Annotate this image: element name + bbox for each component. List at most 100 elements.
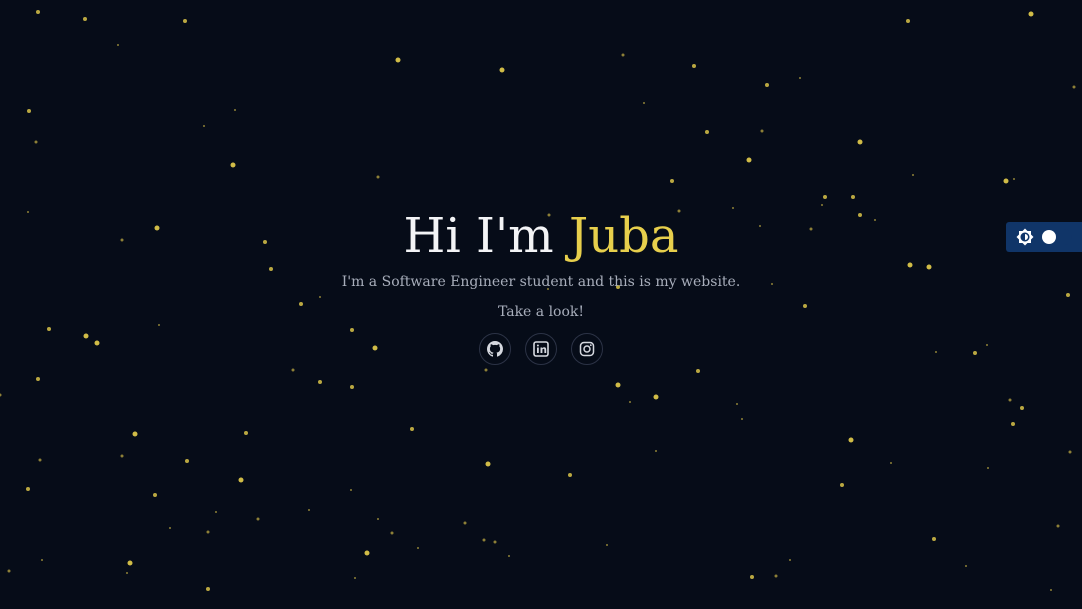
star xyxy=(234,109,236,111)
star xyxy=(120,454,124,458)
star xyxy=(615,382,621,388)
star xyxy=(308,509,310,511)
linkedin-icon xyxy=(533,341,549,357)
star xyxy=(765,83,769,87)
star xyxy=(741,418,743,420)
hero-title: Hi I'm Juba xyxy=(0,205,1082,267)
linkedin-link[interactable] xyxy=(525,333,557,365)
star xyxy=(848,437,854,443)
star xyxy=(169,527,171,529)
star xyxy=(215,511,217,513)
star xyxy=(36,10,40,14)
star xyxy=(987,467,989,469)
star xyxy=(774,574,778,578)
star xyxy=(484,368,488,372)
star xyxy=(390,531,394,535)
star xyxy=(760,129,764,133)
star xyxy=(750,575,754,579)
star xyxy=(823,195,827,199)
star xyxy=(377,518,379,520)
star xyxy=(132,431,138,437)
star xyxy=(376,175,380,179)
star xyxy=(203,125,205,127)
star xyxy=(912,174,914,176)
star xyxy=(127,560,133,566)
star xyxy=(291,368,295,372)
star xyxy=(256,517,260,521)
star xyxy=(1068,450,1072,454)
star xyxy=(417,547,419,549)
star xyxy=(499,67,505,73)
star xyxy=(206,587,210,591)
star xyxy=(482,538,486,542)
hero-tagline: Take a look! xyxy=(497,304,585,320)
star xyxy=(36,377,40,381)
star xyxy=(851,195,855,199)
star xyxy=(206,530,210,534)
star xyxy=(395,57,401,63)
hero-subtitle: I'm a Software Engineer student and this… xyxy=(341,274,741,290)
star xyxy=(606,544,608,546)
hero-name: Juba xyxy=(568,208,679,264)
star xyxy=(238,477,244,483)
star xyxy=(932,537,936,541)
star xyxy=(1008,398,1012,402)
star xyxy=(41,559,43,561)
star xyxy=(643,102,645,104)
star xyxy=(653,394,659,400)
theme-switch-knob xyxy=(1042,230,1056,244)
star xyxy=(692,64,696,68)
star xyxy=(1028,11,1034,17)
star xyxy=(318,380,322,384)
instagram-link[interactable] xyxy=(571,333,603,365)
brightness-icon xyxy=(1016,228,1034,246)
star xyxy=(350,385,354,389)
star xyxy=(0,393,2,397)
star xyxy=(185,459,189,463)
star xyxy=(1013,178,1015,180)
theme-toggle[interactable] xyxy=(1006,222,1082,252)
star xyxy=(1050,589,1052,591)
star xyxy=(350,489,352,491)
theme-switch[interactable] xyxy=(1042,229,1072,245)
star xyxy=(463,521,467,525)
star xyxy=(27,109,31,113)
github-icon xyxy=(487,341,503,357)
star xyxy=(117,44,119,46)
star xyxy=(568,473,572,477)
star xyxy=(508,555,510,557)
star xyxy=(410,427,414,431)
star xyxy=(857,139,863,145)
star xyxy=(364,550,370,556)
star xyxy=(1020,406,1024,410)
star xyxy=(890,462,892,464)
star xyxy=(670,179,674,183)
star xyxy=(183,19,187,23)
star xyxy=(736,403,738,405)
star xyxy=(354,577,356,579)
star xyxy=(629,401,631,403)
star xyxy=(493,540,497,544)
star xyxy=(799,77,801,79)
star xyxy=(746,157,752,163)
star xyxy=(26,487,30,491)
star xyxy=(7,569,11,573)
star xyxy=(655,450,657,452)
star xyxy=(1056,524,1060,528)
hero-section: Hi I'm Juba I'm a Software Engineer stud… xyxy=(0,205,1082,365)
star xyxy=(789,559,791,561)
star xyxy=(126,572,128,574)
star xyxy=(83,17,87,21)
star xyxy=(230,162,236,168)
github-link[interactable] xyxy=(479,333,511,365)
star xyxy=(965,565,967,567)
social-links xyxy=(0,333,1082,365)
star xyxy=(38,458,42,462)
star xyxy=(705,130,709,134)
instagram-icon xyxy=(579,341,595,357)
star xyxy=(906,19,910,23)
star xyxy=(485,461,491,467)
star xyxy=(1072,85,1076,89)
star xyxy=(153,493,157,497)
star xyxy=(1003,178,1009,184)
